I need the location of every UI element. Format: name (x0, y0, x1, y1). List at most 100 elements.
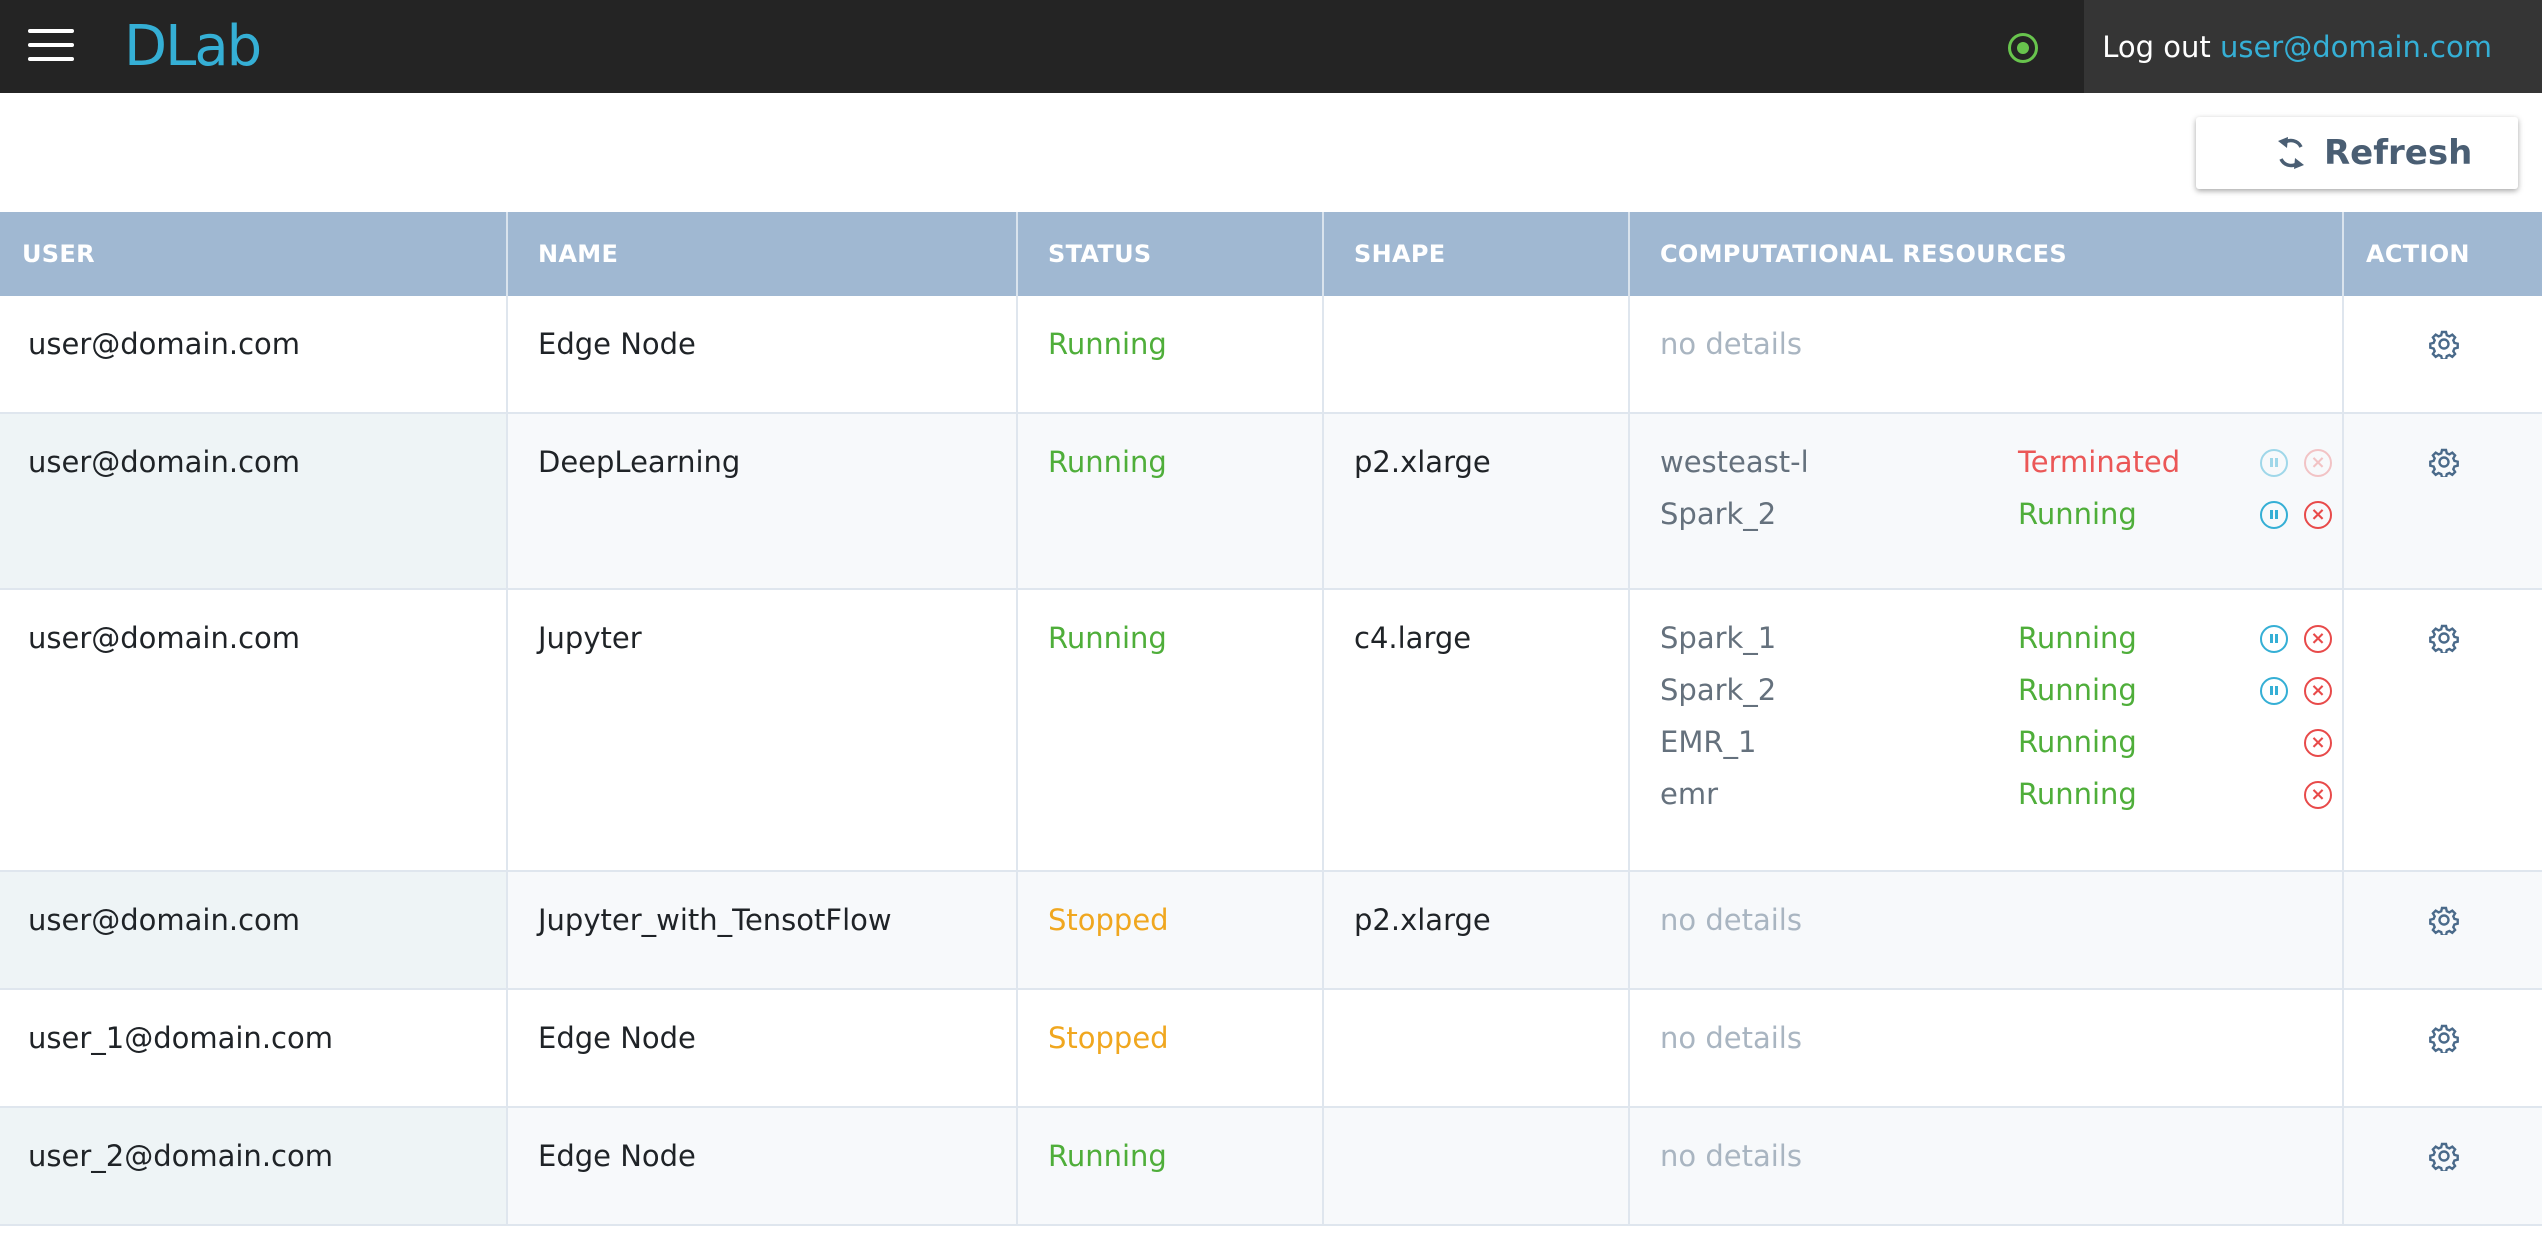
gear-icon[interactable] (2429, 623, 2459, 653)
shape-cell-text (1354, 318, 1628, 370)
no-details-label: no details (1660, 1139, 1802, 1173)
logout-link[interactable]: Log out user@domain.com (2102, 28, 2492, 66)
resource-item: Spark_2 Running × (1660, 488, 2342, 540)
user-cell: user@domain.com (0, 872, 506, 988)
resource-item: Spark_2 Running × (1660, 664, 2342, 716)
column-header-computational-resources[interactable]: COMPUTATIONAL RESOURCES (1628, 212, 2342, 296)
table-body: user@domain.com Edge Node Running no detail… (0, 296, 2542, 1226)
table-row: user@domain.com Jupyter_with_TensotFlow St… (0, 872, 2542, 990)
resource-item: westeast-l Terminated × (1660, 436, 2342, 488)
action-cell (2342, 990, 2542, 1106)
column-header-action: ACTION (2366, 240, 2470, 268)
user-cell: user@domain.com (0, 414, 506, 588)
shape-cell-text: p2.xlarge (1354, 903, 1491, 937)
status-cell: Running (1016, 414, 1322, 588)
gear-icon[interactable] (2429, 447, 2459, 477)
status-cell: Stopped (1016, 872, 1322, 988)
computational-resources-cell: no details (1628, 990, 2342, 1106)
resource-status: Running (2018, 497, 2137, 531)
user-menu: Log out user@domain.com (2084, 0, 2542, 93)
action-cell (2342, 296, 2542, 412)
name-cell: Edge Node (506, 296, 1016, 412)
gear-icon[interactable] (2429, 1141, 2459, 1171)
shape-cell (1322, 990, 1628, 1106)
computational-resources-cell: no details (1628, 872, 2342, 988)
user-cell: user@domain.com (0, 590, 506, 870)
name-cell-text: Edge Node (538, 1021, 696, 1055)
status-cell-text: Running (1048, 621, 1167, 655)
top-navigation-bar: DLab Log out user@domain.com (0, 0, 2542, 93)
logout-label[interactable]: Log out (2102, 30, 2211, 64)
resource-name: Spark_2 (1660, 497, 1777, 531)
computational-resources-cell: westeast-l Terminated × Spark_2 Running × (1628, 414, 2342, 588)
computational-resources-cell: Spark_1 Running × Spark_2 Running × EMR_1 Runni… (1628, 590, 2342, 870)
pause-icon[interactable] (2260, 677, 2288, 705)
shape-cell-text (1354, 1012, 1628, 1064)
terminate-icon[interactable]: × (2304, 729, 2332, 757)
terminate-icon[interactable]: × (2304, 677, 2332, 705)
health-status-icon[interactable] (2008, 33, 2038, 63)
name-cell-text: Edge Node (538, 327, 696, 361)
status-cell-text: Stopped (1048, 1021, 1169, 1055)
table-row: user_1@domain.com Edge Node Stopped no deta… (0, 990, 2542, 1108)
column-header-user[interactable]: USER (0, 212, 506, 296)
environments-table: USER NAME STATUS SHAPE COMPUTATIONAL RES… (0, 212, 2542, 1226)
name-cell: Jupyter (506, 590, 1016, 870)
shape-cell: c4.large (1322, 590, 1628, 870)
terminate-icon[interactable]: × (2304, 449, 2332, 477)
user-cell: user_1@domain.com (0, 990, 506, 1106)
resource-name: westeast-l (1660, 445, 1809, 479)
shape-cell (1322, 296, 1628, 412)
table-row: user@domain.com DeepLearning Running p2.xla… (0, 414, 2542, 590)
pause-icon[interactable] (2260, 625, 2288, 653)
app-logo[interactable]: DLab (124, 12, 262, 82)
action-cell (2342, 872, 2542, 988)
table-header: USER NAME STATUS SHAPE COMPUTATIONAL RES… (0, 212, 2542, 296)
gear-icon[interactable] (2429, 329, 2459, 359)
name-cell-text: Edge Node (538, 1139, 696, 1173)
refresh-button[interactable]: Refresh (2196, 117, 2518, 189)
name-cell: DeepLearning (506, 414, 1016, 588)
resource-status: Running (2018, 777, 2137, 811)
user-cell-text: user@domain.com (28, 445, 301, 479)
name-cell: Edge Node (506, 1108, 1016, 1224)
pause-icon[interactable] (2260, 449, 2288, 477)
column-header-status[interactable]: STATUS (1016, 212, 1322, 296)
resource-item: emr Running × (1660, 768, 2342, 820)
terminate-icon[interactable]: × (2304, 781, 2332, 809)
resource-status: Running (2018, 621, 2137, 655)
table-row: user@domain.com Edge Node Running no detail… (0, 296, 2542, 414)
current-user[interactable]: user@domain.com (2220, 30, 2492, 64)
gear-icon[interactable] (2429, 1023, 2459, 1053)
status-cell: Running (1016, 590, 1322, 870)
resource-name: EMR_1 (1660, 725, 1757, 759)
name-cell-text: Jupyter_with_TensotFlow (538, 903, 892, 937)
resource-name: Spark_1 (1660, 621, 1777, 655)
name-cell-text: DeepLearning (538, 445, 741, 479)
resource-name: emr (1660, 777, 1719, 811)
no-details-label: no details (1660, 1021, 1802, 1055)
refresh-icon (2278, 137, 2304, 169)
resource-status: Terminated (2018, 445, 2181, 479)
action-cell (2342, 590, 2542, 870)
pause-icon[interactable] (2260, 501, 2288, 529)
gear-icon[interactable] (2429, 905, 2459, 935)
status-cell: Running (1016, 1108, 1322, 1224)
column-header-shape[interactable]: SHAPE (1322, 212, 1628, 296)
column-header-name[interactable]: NAME (506, 212, 1016, 296)
shape-cell-text (1354, 1130, 1628, 1182)
status-cell-text: Running (1048, 1139, 1167, 1173)
status-cell: Stopped (1016, 990, 1322, 1106)
menu-icon[interactable] (28, 29, 74, 63)
terminate-icon[interactable]: × (2304, 625, 2332, 653)
no-details-label: no details (1660, 327, 1802, 361)
user-cell-text: user@domain.com (28, 903, 301, 937)
terminate-icon[interactable]: × (2304, 501, 2332, 529)
action-cell (2342, 1108, 2542, 1224)
refresh-label: Refresh (2324, 133, 2473, 173)
status-cell-text: Stopped (1048, 903, 1169, 937)
computational-resources-cell: no details (1628, 296, 2342, 412)
table-row: user@domain.com Jupyter Running c4.large Spa… (0, 590, 2542, 872)
status-cell-text: Running (1048, 327, 1167, 361)
status-cell: Running (1016, 296, 1322, 412)
